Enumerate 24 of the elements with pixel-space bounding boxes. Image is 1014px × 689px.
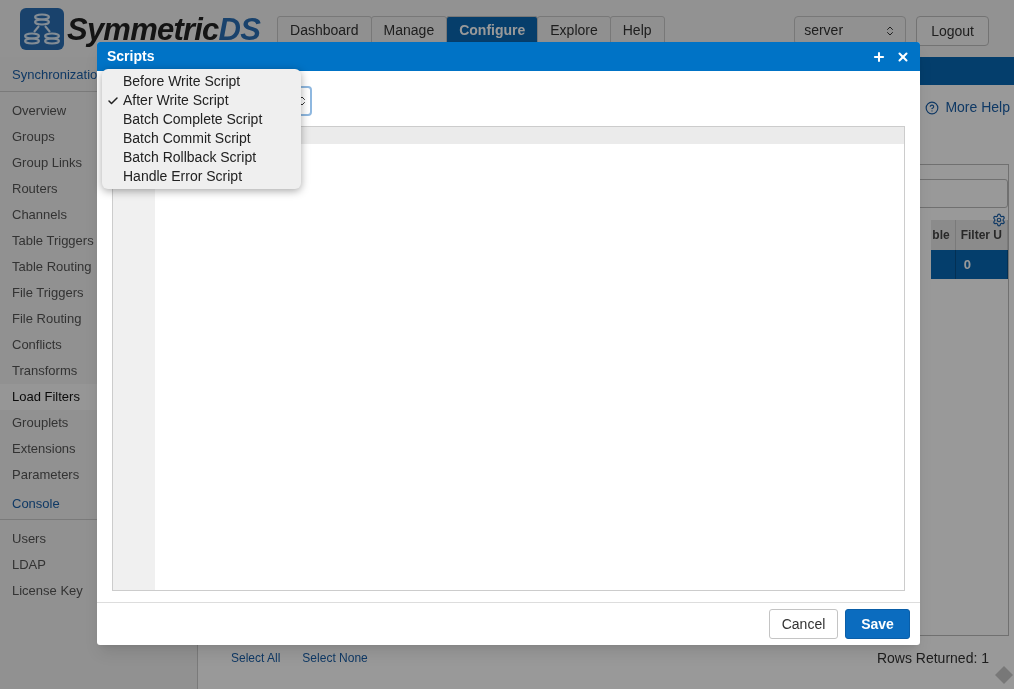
menu-item[interactable]: Handle Error Script [102,167,301,186]
table-row[interactable]: 0 [931,250,1008,279]
database-logo-icon [20,8,64,50]
logout-button[interactable]: Logout [916,16,989,46]
column-header[interactable]: ble [931,220,956,250]
help-icon [925,100,940,115]
checkmark-icon [106,94,119,107]
select-link[interactable]: Select All [231,649,281,667]
menu-item[interactable]: Batch Complete Script [102,110,301,129]
menu-item[interactable]: Batch Rollback Script [102,148,301,167]
save-button[interactable]: Save [845,609,910,639]
close-icon[interactable] [896,49,910,64]
logo-wordmark: SymmetricDS [67,13,261,45]
select-link[interactable]: Select None [302,649,368,667]
menu-item[interactable]: After Write Script [102,91,301,110]
menu-item[interactable]: Batch Commit Script [102,129,301,148]
maximize-icon[interactable] [872,49,886,64]
cancel-button[interactable]: Cancel [769,609,838,639]
settings-icon[interactable] [992,213,1006,227]
column-header[interactable]: Filter U [955,220,1008,250]
more-help-link[interactable]: More Help [925,97,1010,118]
dialog-title: Scripts [107,47,156,66]
rows-returned-text: Rows Returned: 1 [876,648,989,668]
table-cell: 0 [955,250,1008,279]
